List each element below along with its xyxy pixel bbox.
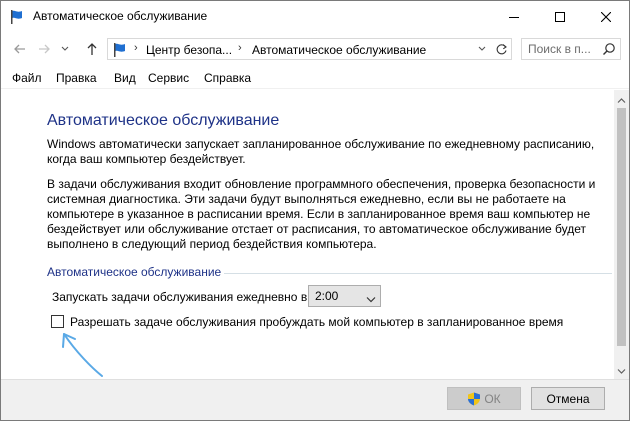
maximize-icon [555, 11, 565, 22]
search-icon[interactable] [602, 42, 616, 56]
minimize-button[interactable] [491, 1, 537, 32]
group-heading: Автоматическое обслуживание [47, 265, 222, 279]
button-bar: ОК Отмена [1, 380, 629, 420]
search-input[interactable] [522, 39, 600, 59]
chevron-right-icon[interactable]: › [134, 42, 138, 54]
cancel-button[interactable]: Отмена [531, 387, 605, 410]
arrow-up-icon [87, 43, 97, 55]
ok-button[interactable]: ОК [447, 387, 521, 410]
recent-locations-button[interactable] [57, 38, 73, 60]
menu-edit[interactable]: Правка [56, 71, 97, 85]
menu-help[interactable]: Справка [204, 71, 251, 85]
arrow-left-icon [14, 44, 25, 54]
back-button[interactable] [9, 38, 31, 60]
refresh-button[interactable] [492, 41, 510, 57]
scroll-down-icon[interactable] [617, 364, 626, 378]
chevron-right-icon[interactable]: › [238, 42, 242, 54]
chevron-down-icon [478, 46, 486, 51]
address-dropdown-button[interactable] [474, 41, 490, 57]
menu-view[interactable]: Вид [114, 71, 136, 85]
address-bar[interactable]: › Центр безопа... › Автоматическое обслу… [107, 38, 512, 60]
vertical-scrollbar[interactable] [614, 90, 629, 379]
breadcrumb-security-center[interactable]: Центр безопа... [146, 43, 232, 57]
menu-bar: Файл Правка Вид Сервис Справка [1, 67, 629, 89]
menu-tools[interactable]: Сервис [148, 71, 189, 85]
search-box[interactable] [521, 38, 621, 60]
title-bar: Автоматическое обслуживание [1, 1, 629, 32]
wake-computer-checkbox[interactable] [51, 315, 64, 328]
scroll-up-icon[interactable] [617, 93, 626, 107]
minimize-icon [509, 16, 519, 18]
arrow-right-icon [39, 44, 50, 54]
scrollbar-thumb[interactable] [617, 108, 626, 346]
description-paragraph: Windows автоматически запускает запланир… [47, 137, 595, 166]
navigation-bar: › Центр безопа... › Автоматическое обслу… [1, 34, 629, 64]
tasks-paragraph: В задачи обслуживания входит обновление … [47, 177, 596, 251]
time-select[interactable]: 2:00 [308, 285, 381, 307]
forward-button[interactable] [33, 38, 55, 60]
content-area: Автоматическое обслуживание Windows авто… [2, 90, 614, 379]
maximize-button[interactable] [537, 1, 583, 32]
chevron-down-icon [61, 46, 69, 51]
breadcrumb-automatic-maintenance[interactable]: Автоматическое обслуживание [252, 43, 426, 57]
run-time-label: Запускать задачи обслуживания ежедневно … [52, 290, 308, 304]
ok-button-label: ОК [484, 391, 501, 406]
wake-computer-label[interactable]: Разрешать задаче обслуживания пробуждать… [70, 315, 563, 329]
control-panel-flag-icon [112, 42, 128, 58]
up-button[interactable] [81, 38, 103, 60]
annotation-arrow-icon [62, 333, 103, 377]
control-panel-flag-icon [9, 9, 25, 25]
refresh-icon [496, 43, 507, 54]
group-divider [224, 273, 612, 274]
page-title: Автоматическое обслуживание [47, 112, 280, 129]
close-icon [601, 11, 611, 22]
window: Автоматическое обслуживание › Центр безо… [0, 0, 630, 421]
window-title: Автоматическое обслуживание [33, 9, 208, 23]
time-select-value: 2:00 [315, 289, 339, 303]
menu-file[interactable]: Файл [12, 71, 42, 85]
close-button[interactable] [583, 1, 629, 32]
uac-shield-icon [468, 392, 481, 405]
cancel-button-label: Отмена [546, 391, 590, 406]
chevron-down-icon [366, 292, 376, 306]
